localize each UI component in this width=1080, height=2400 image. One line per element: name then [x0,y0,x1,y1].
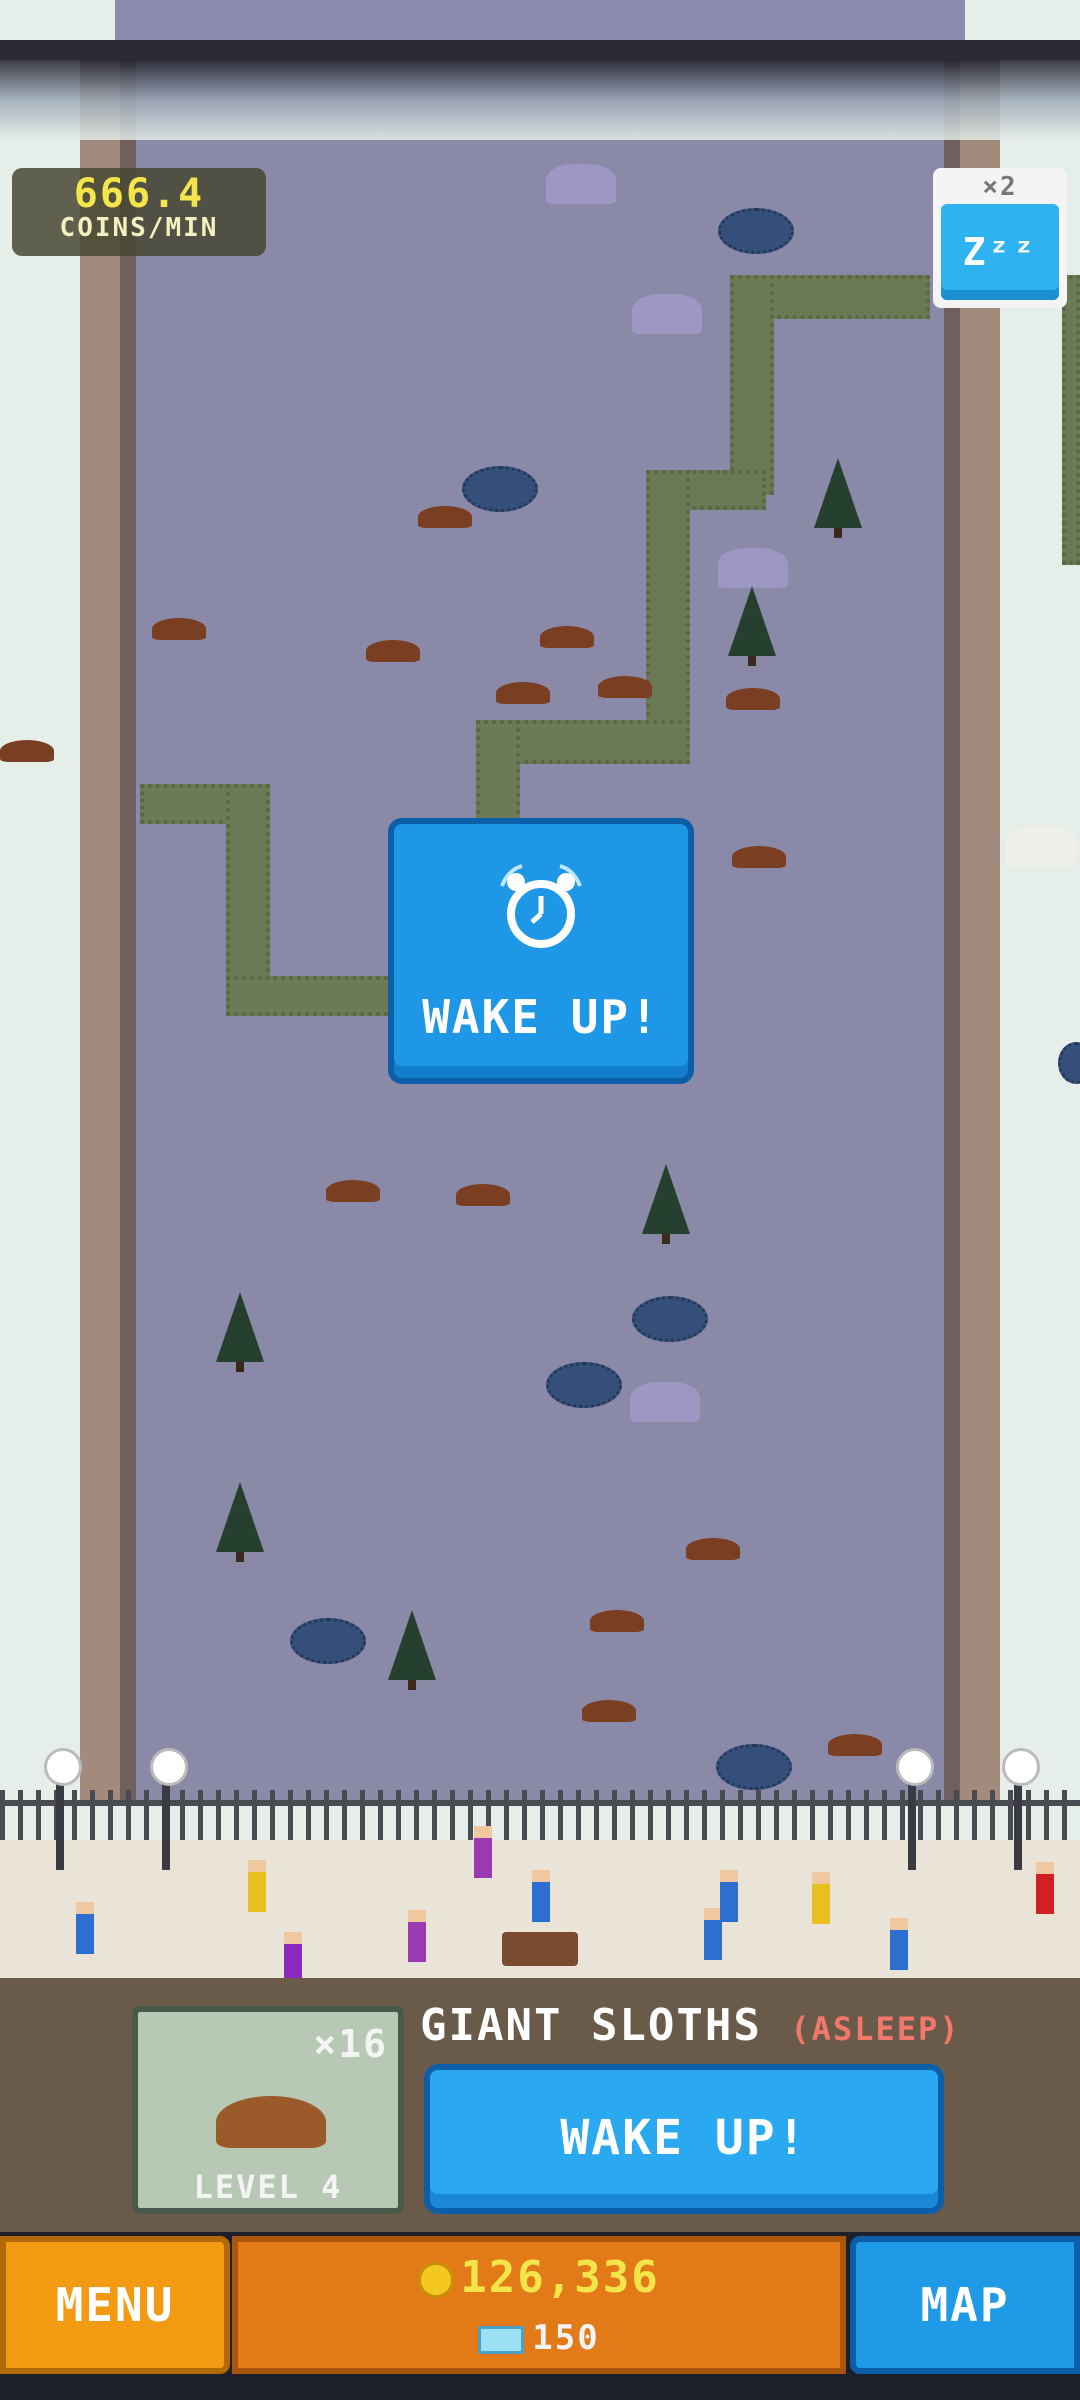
sloth-sprite[interactable] [686,1538,740,1560]
coins-rate-value: 666.4 [73,171,205,217]
map-button[interactable]: MAP [850,2236,1080,2374]
sloth-sprite[interactable] [496,682,550,704]
visitor [284,1932,302,1980]
visitor [1036,1862,1054,1914]
top-fence [0,60,1080,140]
ghost-animal [1006,826,1076,866]
sloth-sprite[interactable] [326,1180,380,1202]
visitor [720,1870,738,1922]
sloth-sprite[interactable] [582,1700,636,1722]
sloth-sprite[interactable] [456,1184,510,1206]
menu-button[interactable]: MENU [0,2236,230,2374]
visitor [532,1870,550,1922]
coin-icon [418,2262,455,2298]
gem-balance: 150 [532,2318,600,2358]
top-bar [0,40,1080,60]
coin-balance: 126,336 [460,2252,660,2303]
coin-row: 126,336 [238,2252,840,2303]
sloth-sprite[interactable] [418,506,472,528]
animal-card[interactable]: ×16 LEVEL 4 [132,2006,404,2214]
visitor [812,1872,830,1924]
pond [632,1296,708,1342]
ghost-animal [718,548,788,588]
path-segment [226,784,270,1004]
street-lamp [44,1748,82,1870]
pine-tree [642,1164,690,1244]
path-segment [226,976,396,1016]
pine-tree [814,458,862,538]
animal-name: GIANT SLOTHS [420,2000,762,2051]
pond [290,1618,366,1664]
wake-up-overlay-button[interactable]: WAKE UP! [388,818,694,1084]
pond [718,208,794,254]
ghost-animal [632,294,702,334]
ghost-animal [630,1382,700,1422]
pond [716,1744,792,1790]
sloth-sprite[interactable] [0,740,54,762]
path-segment [476,720,520,830]
sleep-speed-box[interactable]: ×2 Zᶻᶻ [933,168,1067,308]
alarm-clock-icon [500,864,582,948]
wall-shade-left [120,60,136,1800]
giant-sloth-portrait-icon [216,2096,326,2148]
pond [546,1362,622,1408]
visitor [890,1918,908,1970]
pine-tree [216,1482,264,1562]
wake-up-button[interactable]: WAKE UP! [424,2064,944,2214]
park-bench [502,1932,578,1966]
ticket-icon [478,2325,525,2354]
top-strip [115,0,965,40]
currency-display: 126,336 150 [232,2236,846,2374]
path-segment [1062,275,1080,565]
wake-up-overlay-label: WAKE UP! [422,990,660,1044]
coins-per-minute-display: 666.4 COINS/MIN [12,168,266,256]
animal-level: LEVEL 4 [193,2168,343,2206]
visitor [248,1860,266,1912]
sloth-sprite[interactable] [828,1734,882,1756]
animal-title: GIANT SLOTHS (ASLEEP) [420,2000,961,2051]
path-segment [730,275,774,495]
sloth-sprite[interactable] [540,626,594,648]
street-lamp [150,1748,188,1870]
sleep-zzz-button[interactable]: Zᶻᶻ [941,204,1059,300]
sloth-sprite[interactable] [366,640,420,662]
visitor [76,1902,94,1954]
coins-rate-unit: COINS/MIN [59,213,219,243]
visitor [408,1910,426,1962]
ghost-animal [546,164,616,204]
speed-multiplier-label: ×2 [982,172,1018,202]
street-lamp [896,1748,934,1870]
sloth-sprite[interactable] [152,618,206,640]
animal-status: (ASLEEP) [790,2010,961,2048]
sloth-sprite[interactable] [732,846,786,868]
animal-count: ×16 [313,2022,388,2066]
sloth-sprite[interactable] [598,676,652,698]
pond [462,466,538,512]
street-lamp [1002,1748,1040,1870]
pond [1058,1042,1080,1084]
sloth-sprite[interactable] [590,1610,644,1632]
sloth-sprite[interactable] [726,688,780,710]
pine-tree [728,586,776,666]
visitor [474,1826,492,1878]
path-segment [646,470,690,740]
pine-tree [388,1610,436,1690]
pine-tree [216,1292,264,1372]
gem-row: 150 [238,2318,840,2358]
wall-shade-right [944,60,960,1800]
